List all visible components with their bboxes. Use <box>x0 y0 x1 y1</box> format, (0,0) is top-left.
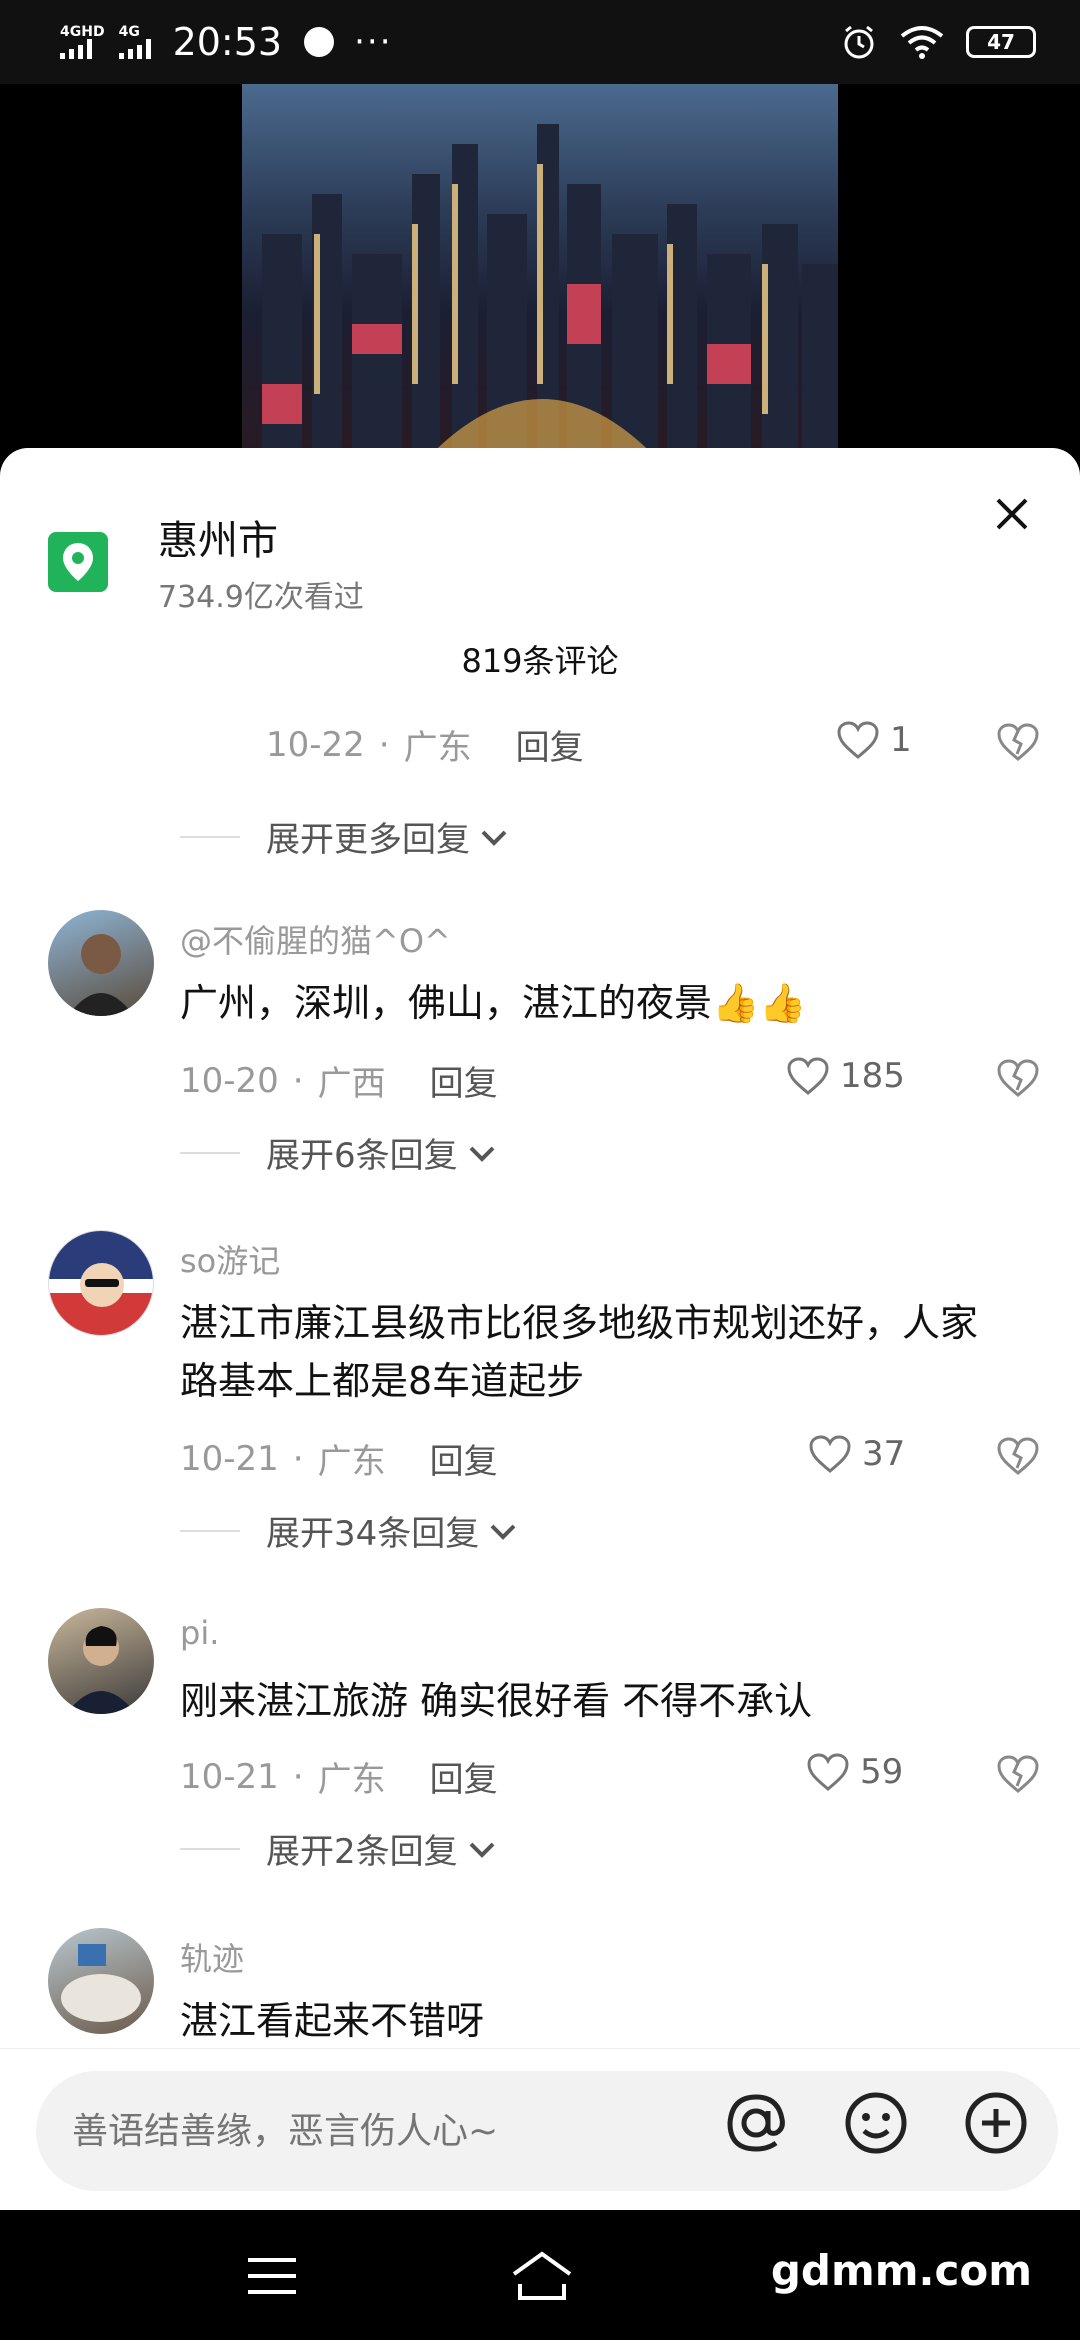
like-count: 1 <box>890 720 912 760</box>
chevron-down-icon <box>481 830 507 846</box>
like-button[interactable]: 1 <box>836 720 912 760</box>
status-bar: 4GHD 4G 20:53 ··· 47 <box>0 0 1080 84</box>
comment-date: 10-21 <box>180 1438 279 1479</box>
dislike-icon[interactable] <box>996 1434 1040 1478</box>
dislike-icon[interactable] <box>996 1056 1040 1100</box>
expand-replies[interactable]: 展开2条回复 <box>266 1824 498 1873</box>
comment-text: 湛江市廉江县级市比很多地级市规划还好，人家路基本上都是8车道起步 <box>180 1301 979 1403</box>
reply-region: 广东 <box>403 728 472 768</box>
emoji-button[interactable] <box>840 2087 912 2159</box>
divider <box>180 836 240 838</box>
chevron-down-icon <box>469 1842 495 1858</box>
comment-meta: 10-21 · 广东 回复 <box>180 1434 498 1483</box>
location-pin-icon <box>48 532 108 592</box>
location-header[interactable]: 惠州市 734.9亿次看过 <box>48 508 364 616</box>
watermark: gdmm.com <box>770 2246 1032 2295</box>
heart-icon <box>807 1753 849 1791</box>
heart-icon <box>787 1057 829 1095</box>
at-icon <box>727 2094 785 2152</box>
signal-2-icon: 4G <box>118 24 151 59</box>
chevron-down-icon <box>490 1524 516 1540</box>
divider <box>180 1152 240 1154</box>
comment-count: 819条评论 <box>461 642 619 680</box>
reply-meta: 10-22 · 广东 回复 <box>266 720 584 769</box>
comment-text: 湛江看起来不错呀 <box>180 1999 485 2043</box>
alarm-icon <box>844 25 874 59</box>
dislike-icon[interactable] <box>996 1752 1040 1796</box>
expand-label: 展开34条回复 <box>266 1514 480 1554</box>
divider <box>180 1848 240 1850</box>
like-button[interactable]: 185 <box>786 1056 905 1096</box>
avatar[interactable] <box>48 910 154 1016</box>
more-notifications-icon: ··· <box>354 22 393 62</box>
expand-more-replies[interactable]: 展开更多回复 <box>266 812 510 861</box>
reply-button[interactable]: 回复 <box>430 1434 498 1483</box>
reply-button[interactable]: 回复 <box>516 720 584 769</box>
reply-date: 10-22 <box>266 724 365 765</box>
wifi-icon <box>900 26 944 59</box>
home-icon[interactable] <box>510 2248 574 2304</box>
expand-label: 展开6条回复 <box>266 1136 458 1176</box>
comment-region: 广东 <box>317 1442 386 1482</box>
clock: 20:53 <box>172 20 283 64</box>
network-label-1: 4GHD <box>60 24 105 40</box>
expand-label: 展开2条回复 <box>266 1832 458 1872</box>
comment-username[interactable]: 轨迹 <box>180 1934 244 1980</box>
menu-icon[interactable] <box>242 2248 302 2304</box>
reply-button[interactable]: 回复 <box>430 1056 498 1105</box>
expand-replies[interactable]: 展开6条回复 <box>266 1128 498 1177</box>
location-title: 惠州市 <box>158 518 278 564</box>
avatar[interactable] <box>48 1928 154 2034</box>
comment-sheet: 惠州市 734.9亿次看过 819条评论 10-22 · 广东 回复 1 展开更… <box>0 448 1080 2210</box>
divider <box>180 1530 240 1532</box>
city-night-image <box>242 84 838 464</box>
comment-date: 10-20 <box>180 1060 279 1101</box>
like-count: 185 <box>840 1056 905 1096</box>
comment-region: 广东 <box>317 1760 386 1800</box>
network-label-2: 4G <box>118 24 140 40</box>
chevron-down-icon <box>469 1146 495 1162</box>
comment-region: 广西 <box>317 1064 386 1104</box>
expand-replies[interactable]: 展开34条回复 <box>266 1506 519 1555</box>
video-preview[interactable] <box>0 84 1080 464</box>
notification-icon <box>304 27 335 57</box>
reply-button[interactable]: 回复 <box>430 1752 498 1801</box>
heart-icon <box>809 1435 851 1473</box>
comment-username[interactable]: @不偷腥的猫^O^ <box>180 916 451 962</box>
comment-input-bar <box>0 2048 1080 2210</box>
comment-username[interactable]: pi. <box>180 1614 219 1652</box>
close-button[interactable] <box>982 484 1042 544</box>
close-icon <box>996 498 1028 530</box>
avatar[interactable] <box>48 1230 154 1336</box>
like-count: 37 <box>862 1434 906 1474</box>
mention-button[interactable] <box>720 2087 792 2159</box>
battery-icon: 47 <box>966 26 1036 58</box>
heart-icon <box>837 721 879 759</box>
emoji-icon <box>845 2092 907 2154</box>
add-button[interactable] <box>960 2087 1032 2159</box>
plus-circle-icon <box>965 2092 1027 2154</box>
comment-date: 10-21 <box>180 1756 279 1797</box>
like-button[interactable]: 59 <box>806 1752 903 1792</box>
dislike-icon[interactable] <box>996 720 1040 764</box>
comment-input[interactable] <box>72 2110 692 2152</box>
comment-username[interactable]: so游记 <box>180 1236 280 1282</box>
comment-meta: 10-21 · 广东 回复 <box>180 1752 498 1801</box>
like-button[interactable]: 37 <box>808 1434 905 1474</box>
location-views: 734.9亿次看过 <box>158 580 364 615</box>
comment-text: 广州，深圳，佛山，湛江的夜景👍👍 <box>180 981 807 1025</box>
comment-text: 刚来湛江旅游 确实很好看 不得不承认 <box>180 1679 813 1723</box>
expand-label: 展开更多回复 <box>266 820 470 860</box>
comment-meta: 10-20 · 广西 回复 <box>180 1056 498 1105</box>
avatar[interactable] <box>48 1608 154 1714</box>
signal-1-icon: 4GHD <box>60 25 105 59</box>
system-nav-bar: gdmm.com <box>0 2210 1080 2340</box>
like-count: 59 <box>860 1752 904 1792</box>
